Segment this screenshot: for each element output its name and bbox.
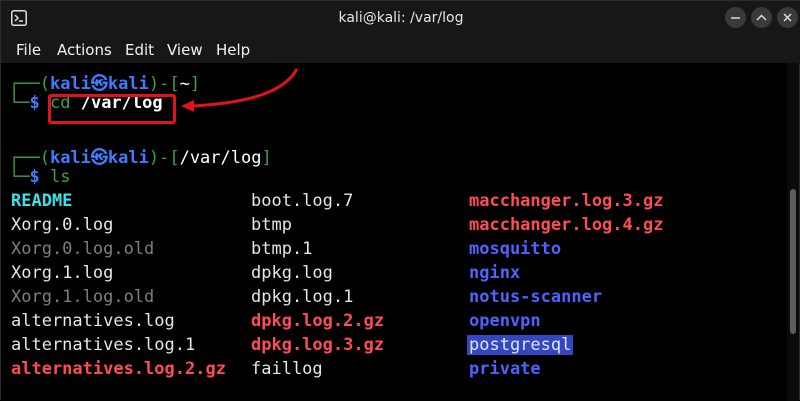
command-line-2: └─$ ls — [9, 167, 71, 187]
annotation-arrow-icon — [181, 68, 299, 112]
file-entry: dpkg.log — [251, 263, 333, 283]
maximize-icon — [756, 14, 767, 21]
file-entry: faillog — [251, 359, 323, 379]
file-entry: alternatives.log.1 — [11, 335, 196, 355]
directory-entry: openvpn — [469, 311, 541, 331]
directory-entry: mosquitto — [469, 239, 562, 259]
file-entry: dpkg.log.3.gz — [251, 335, 385, 355]
menu-help[interactable]: Help — [216, 41, 250, 59]
file-entry: boot.log.7 — [251, 191, 354, 211]
prompt-dir: /var/log — [179, 148, 262, 168]
directory-entry: private — [469, 359, 541, 379]
close-icon — [783, 13, 792, 22]
directory-entry: notus-scanner — [469, 287, 603, 307]
file-entry: btmp.1 — [251, 239, 313, 259]
file-entry: macchanger.log.3.gz — [469, 191, 664, 211]
file-entry: Xorg.0.log.old — [11, 239, 155, 259]
menu-actions[interactable]: Actions — [57, 41, 112, 59]
minimize-icon — [731, 17, 740, 19]
menu-bar: File Actions Edit View Help — [1, 37, 800, 63]
menu-edit[interactable]: Edit — [125, 41, 154, 59]
scrollbar-thumb[interactable] — [790, 189, 796, 334]
prompt-symbol: $ — [29, 167, 40, 187]
terminal-output[interactable]: ┌──(kali㉿kali)-[~] └─$ cd /var/log ┌──(k… — [1, 63, 789, 401]
file-entry: alternatives.log.2.gz — [11, 359, 226, 379]
prompt-line-2: ┌──(kali㉿kali)-[/var/log] — [9, 148, 272, 168]
directory-entry: nginx — [469, 263, 521, 283]
title-bar: kali@kali: /var/log — [1, 1, 800, 37]
directory-entry-highlighted: postgresql — [467, 335, 574, 355]
file-entry: Xorg.0.log — [11, 215, 114, 235]
close-button[interactable] — [777, 7, 798, 28]
file-entry: alternatives.log — [11, 311, 175, 331]
scrollbar[interactable] — [787, 63, 799, 401]
terminal-window: kali@kali: /var/log File Actions Edit Vi… — [0, 0, 800, 401]
minimize-button[interactable] — [725, 7, 746, 28]
file-entry: btmp — [251, 215, 292, 235]
file-entry: dpkg.log.2.gz — [251, 311, 385, 331]
file-entry: Xorg.1.log.old — [11, 287, 155, 307]
command-name: ls — [49, 167, 71, 187]
file-entry: dpkg.log.1 — [251, 287, 354, 307]
file-entry: macchanger.log.4.gz — [469, 215, 664, 235]
file-entry: Xorg.1.log — [11, 263, 114, 283]
prompt-separator: ㉿ — [90, 148, 108, 168]
window-title: kali@kali: /var/log — [338, 10, 464, 26]
file-entry: README — [11, 191, 73, 211]
prompt-user: kali — [49, 148, 91, 168]
menu-file[interactable]: File — [16, 41, 41, 59]
prompt-host: kali — [107, 148, 149, 168]
menu-view[interactable]: View — [167, 41, 203, 59]
maximize-button[interactable] — [751, 7, 772, 28]
